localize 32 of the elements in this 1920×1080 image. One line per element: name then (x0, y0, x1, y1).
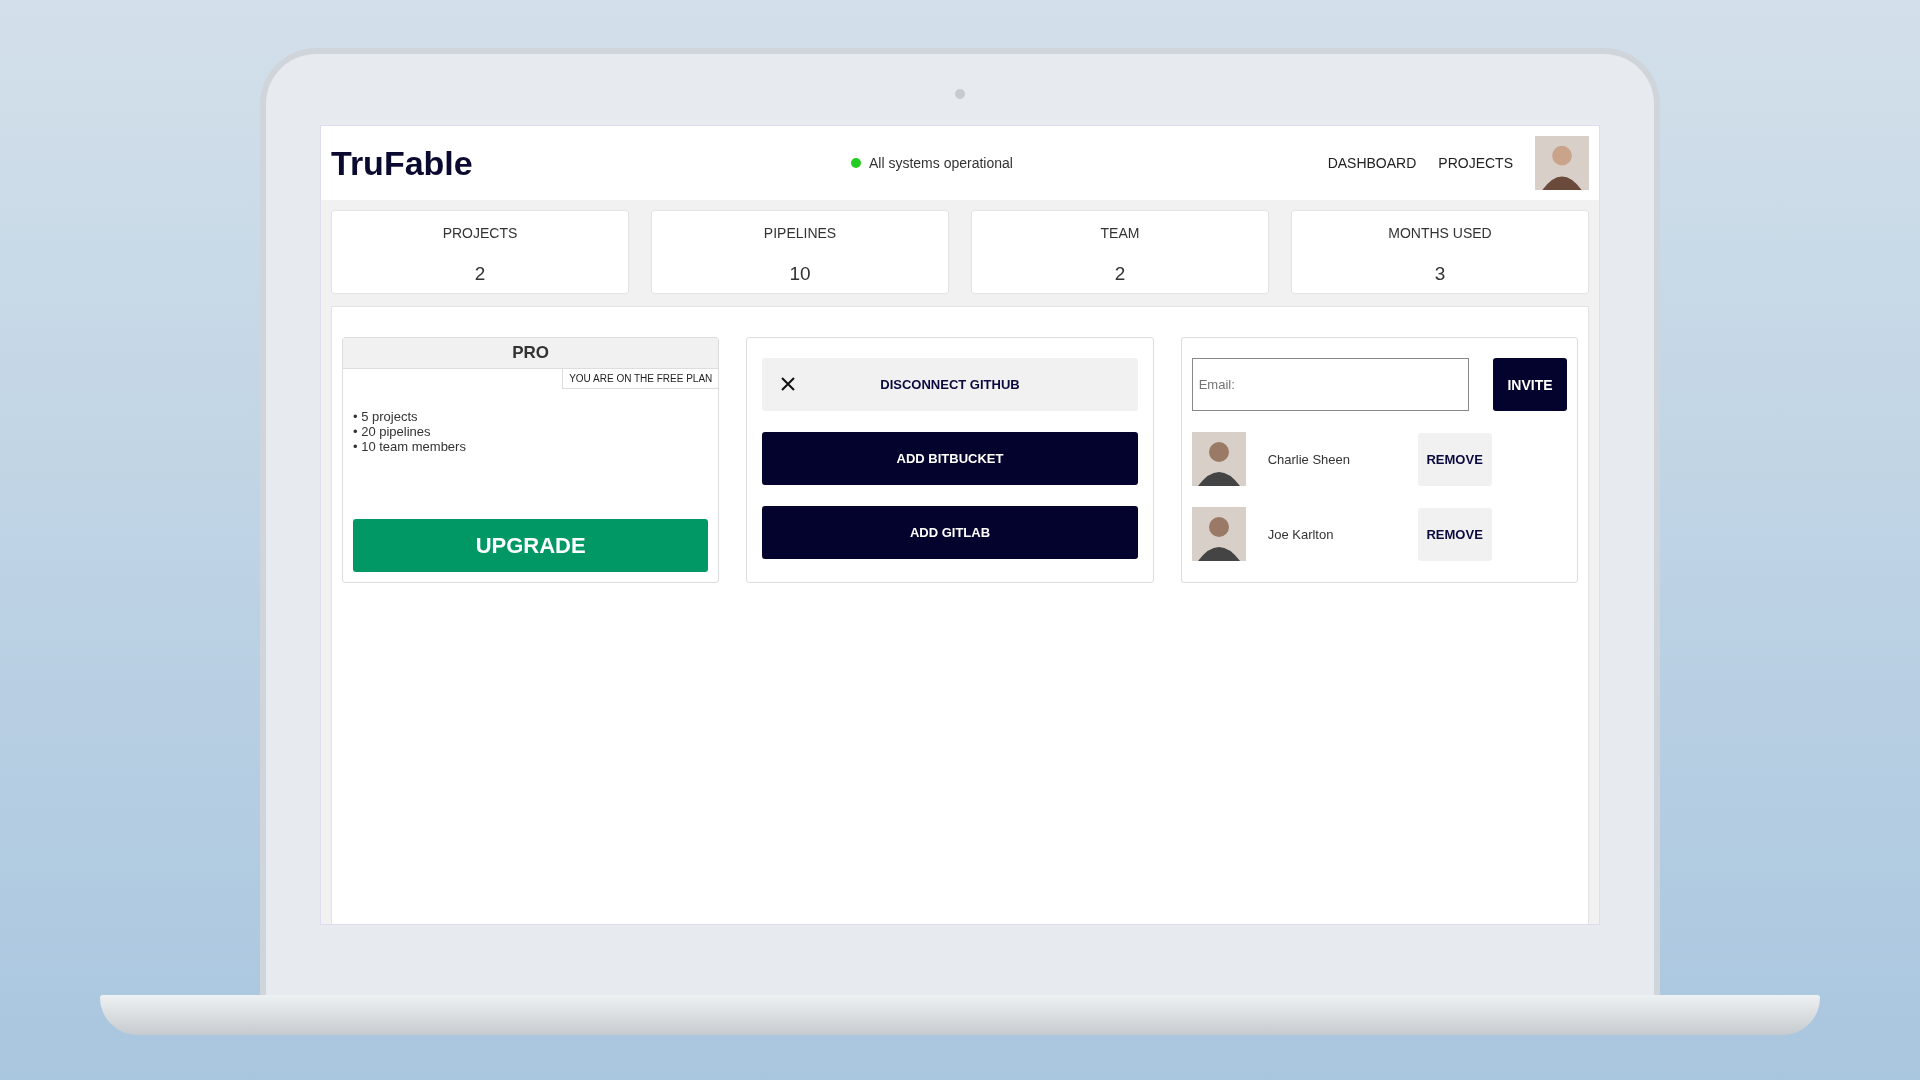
nav-link[interactable]: PROJECTS (1438, 155, 1513, 171)
avatar (1191, 507, 1246, 561)
stat-label: TEAM (1100, 225, 1140, 241)
plan-feature: • 10 team members (353, 439, 467, 454)
member-name: Charlie Sheen (1267, 451, 1352, 467)
stat-value: 2 (474, 263, 486, 285)
avatar (1191, 432, 1246, 486)
upgrade-button[interactable]: UPGRADE (353, 519, 709, 572)
close-icon (780, 376, 797, 392)
remove-button[interactable]: REMOVE (1417, 507, 1492, 561)
plan-title: PRO (343, 338, 719, 369)
stat-value: 3 (1434, 263, 1446, 285)
invite-button[interactable]: INVITE (1493, 358, 1567, 411)
plan-feature: • 20 pipelines (353, 424, 432, 439)
nav-link[interactable]: DASHBOARD (1327, 155, 1417, 171)
stat-label: PIPELINES (763, 225, 837, 241)
email-field[interactable]: Email: (1191, 358, 1469, 411)
plan-badge: YOU ARE ON THE FREE PLAN (562, 369, 719, 389)
remove-button[interactable]: REMOVE (1417, 432, 1492, 486)
integration-button[interactable]: DISCONNECT GITHUB (762, 358, 1138, 411)
camera-icon (955, 89, 965, 99)
stat-label: PROJECTS (442, 225, 518, 241)
stat-label: MONTHS USED (1388, 225, 1492, 241)
integration-button[interactable]: ADD BITBUCKET (762, 432, 1138, 485)
status-text: All systems operational (869, 155, 1013, 171)
logo: TruFable (331, 143, 474, 183)
member-name: Joe Karlton (1267, 526, 1335, 542)
plan-feature: • 5 projects (353, 409, 419, 424)
integration-button[interactable]: ADD GITLAB (762, 506, 1138, 559)
stat-value: 10 (789, 263, 811, 285)
avatar[interactable] (1535, 136, 1589, 190)
stat-value: 2 (1114, 263, 1126, 285)
